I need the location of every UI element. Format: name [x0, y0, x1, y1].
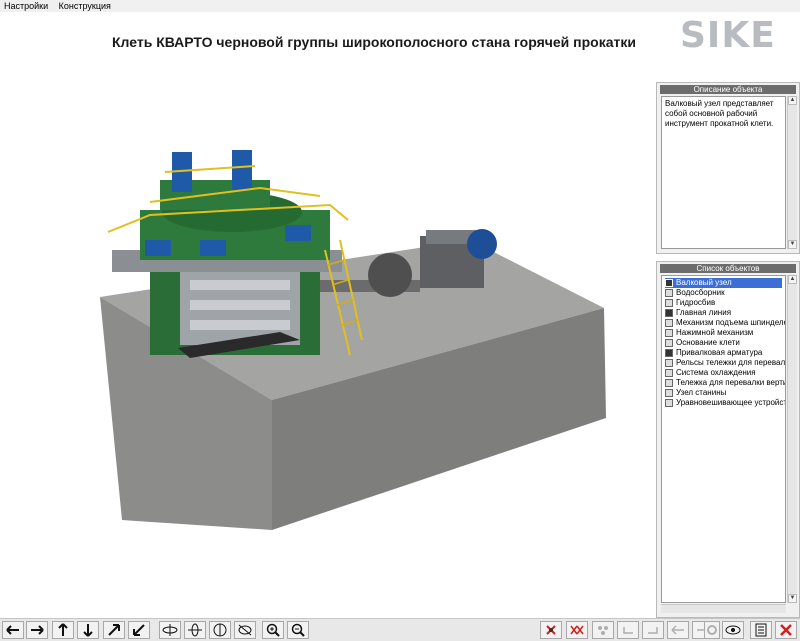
page-title: Клеть КВАРТО черновой группы широкополос…	[112, 34, 636, 50]
diagonal-up-icon[interactable]	[103, 621, 125, 639]
object-label: Узел станины	[676, 388, 727, 397]
rotate-x-icon[interactable]	[159, 621, 181, 639]
object-label: Гидросбив	[676, 298, 716, 307]
scroll-down-icon[interactable]: ▼	[788, 240, 797, 249]
object-list-item[interactable]: Рельсы тележки для перевалки г	[665, 358, 785, 368]
arrow-right-icon[interactable]	[26, 621, 48, 639]
object-checkbox[interactable]	[665, 329, 673, 337]
object-checkbox[interactable]	[665, 389, 673, 397]
undo-icon[interactable]	[617, 621, 639, 639]
object-checkbox[interactable]	[665, 339, 673, 347]
objects-hscrollbar[interactable]	[661, 604, 786, 613]
object-label: Механизм подъема шпинделей	[676, 318, 786, 327]
object-list-item[interactable]: Валковый узел	[665, 278, 782, 288]
zoom-out-icon[interactable]	[287, 621, 309, 639]
object-checkbox[interactable]	[665, 289, 673, 297]
scroll-down-icon[interactable]: ▼	[788, 594, 797, 603]
back-icon[interactable]	[667, 621, 689, 639]
object-label: Система охлаждения	[676, 368, 756, 377]
bottom-toolbar	[0, 618, 800, 641]
object-list-item[interactable]: Тележка для перевалки вертикал	[665, 378, 785, 388]
object-label: Нажимной механизм	[676, 328, 754, 337]
objects-list: Валковый узел Водосборник Гидросбив Главная…	[665, 278, 785, 408]
menu-item-construction[interactable]: Конструкция	[55, 0, 115, 12]
object-list-item[interactable]: Водосборник	[665, 288, 782, 298]
object-label: Уравновешивающее устройство	[676, 398, 786, 407]
settings-icon[interactable]	[704, 621, 720, 639]
object-label: Рельсы тележки для перевалки г	[676, 358, 786, 367]
description-panel: Описание объекта Валковый узел представл…	[656, 82, 800, 254]
list-icon[interactable]	[750, 621, 772, 639]
object-checkbox[interactable]	[665, 319, 673, 327]
object-checkbox[interactable]	[665, 349, 673, 357]
object-label: Основание клети	[676, 338, 740, 347]
view-icon[interactable]	[722, 621, 744, 639]
objects-panel-title: Список объектов	[660, 264, 796, 273]
object-label: Тележка для перевалки вертикал	[676, 378, 785, 387]
hide-group-icon[interactable]	[566, 621, 588, 639]
rotate-free-icon[interactable]	[234, 621, 256, 639]
object-checkbox[interactable]	[665, 309, 673, 317]
coupling	[368, 253, 412, 297]
object-list-item[interactable]: Гидросбив	[665, 298, 782, 308]
object-checkbox[interactable]	[665, 299, 673, 307]
object-list-item[interactable]: Система охлаждения	[665, 368, 782, 378]
object-checkbox[interactable]	[665, 359, 673, 367]
diagonal-down-icon[interactable]	[128, 621, 150, 639]
scroll-up-icon[interactable]: ▲	[788, 275, 797, 284]
press-motor-right	[232, 150, 252, 190]
object-list-item[interactable]: Нажимной механизм	[665, 328, 782, 338]
hide-object-icon[interactable]	[540, 621, 562, 639]
arrow-up-icon[interactable]	[52, 621, 74, 639]
scroll-up-icon[interactable]: ▲	[788, 96, 797, 105]
show-all-icon[interactable]	[592, 621, 614, 639]
logo: SIKE	[680, 15, 776, 56]
object-checkbox[interactable]	[665, 279, 673, 287]
mill-stand-model	[100, 150, 606, 530]
object-label: Водосборник	[676, 288, 725, 297]
object-checkbox[interactable]	[665, 379, 673, 387]
object-checkbox[interactable]	[665, 369, 673, 377]
object-label: Валковый узел	[676, 278, 732, 287]
menu-item-settings[interactable]: Настройки	[0, 0, 52, 12]
object-list-item[interactable]: Основание клети	[665, 338, 782, 348]
object-label: Привалковая арматура	[676, 348, 763, 357]
menu-bar: Настройки Конструкция	[0, 0, 800, 12]
description-scrollbar[interactable]: ▲ ▼	[787, 96, 797, 249]
object-checkbox[interactable]	[665, 399, 673, 407]
objects-list-container: Валковый узел Водосборник Гидросбив Главная…	[661, 275, 786, 603]
rotate-y-icon[interactable]	[184, 621, 206, 639]
object-label: Главная линия	[676, 308, 732, 317]
arrow-left-icon[interactable]	[2, 621, 24, 639]
3d-viewport[interactable]	[0, 100, 656, 540]
objects-vscrollbar[interactable]: ▲ ▼	[787, 275, 797, 603]
close-icon[interactable]	[775, 621, 797, 639]
object-list-item[interactable]: Узел станины	[665, 388, 782, 398]
object-list-item[interactable]: Механизм подъема шпинделей	[665, 318, 785, 328]
zoom-in-icon[interactable]	[262, 621, 284, 639]
objects-panel: Список объектов Валковый узел Водосборник…	[656, 261, 800, 618]
arrow-down-icon[interactable]	[77, 621, 99, 639]
description-panel-title: Описание объекта	[660, 85, 796, 94]
main-motor	[467, 229, 497, 259]
description-text: Валковый узел представляет собой основно…	[661, 96, 786, 249]
object-list-item[interactable]: Привалковая арматура	[665, 348, 782, 358]
redo-icon[interactable]	[642, 621, 664, 639]
object-list-item[interactable]: Уравновешивающее устройство	[665, 398, 785, 408]
object-list-item[interactable]: Главная линия	[665, 308, 782, 318]
rotate-z-icon[interactable]	[209, 621, 231, 639]
